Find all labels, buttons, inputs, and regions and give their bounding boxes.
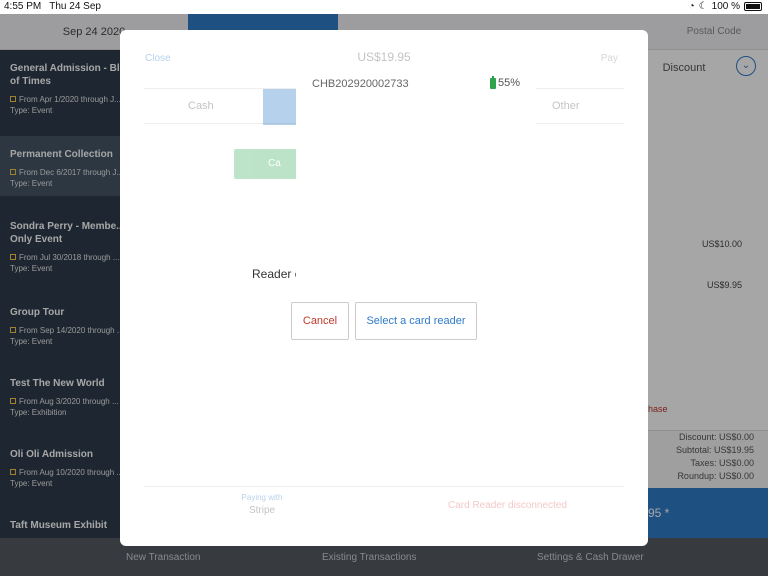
cancel-button[interactable]: Cancel (291, 302, 349, 340)
footer-divider (144, 486, 624, 487)
card-reader-item[interactable]: CHB202920002733 (312, 78, 409, 90)
paying-with: Paying with Stripe (230, 493, 294, 516)
status-time: 4:55 PM (4, 1, 42, 12)
wifi-icon: ◔ (688, 1, 695, 12)
select-card-reader-button[interactable]: Select a card reader (355, 302, 477, 340)
card-reader-status: Card Reader disconnected (448, 500, 567, 511)
pay-button[interactable]: Pay (601, 53, 618, 64)
tab-cash[interactable]: Cash (188, 100, 214, 112)
modal-total-title: US$19.95 (357, 50, 411, 64)
status-date: Thu 24 Sep (49, 1, 101, 12)
battery-icon (489, 75, 496, 89)
reader-battery: 55% (489, 75, 520, 89)
moon-icon: ☾ (698, 1, 708, 12)
battery-icon (744, 2, 762, 11)
paying-with-provider: Stripe (248, 505, 276, 516)
tab-other[interactable]: Other (552, 100, 580, 112)
reader-battery-percent: 55% (497, 77, 520, 89)
status-battery: 100 % (711, 1, 740, 12)
card-payment-label: Ca (268, 158, 281, 169)
reader-status-text: Reader c (252, 267, 301, 281)
status-bar: 4:55 PM Thu 24 Sep ◔ ☾ 100 % (0, 0, 768, 14)
paying-with-label: Paying with (241, 493, 283, 502)
card-reader-popover: CHB202920002733 55% (296, 68, 536, 302)
